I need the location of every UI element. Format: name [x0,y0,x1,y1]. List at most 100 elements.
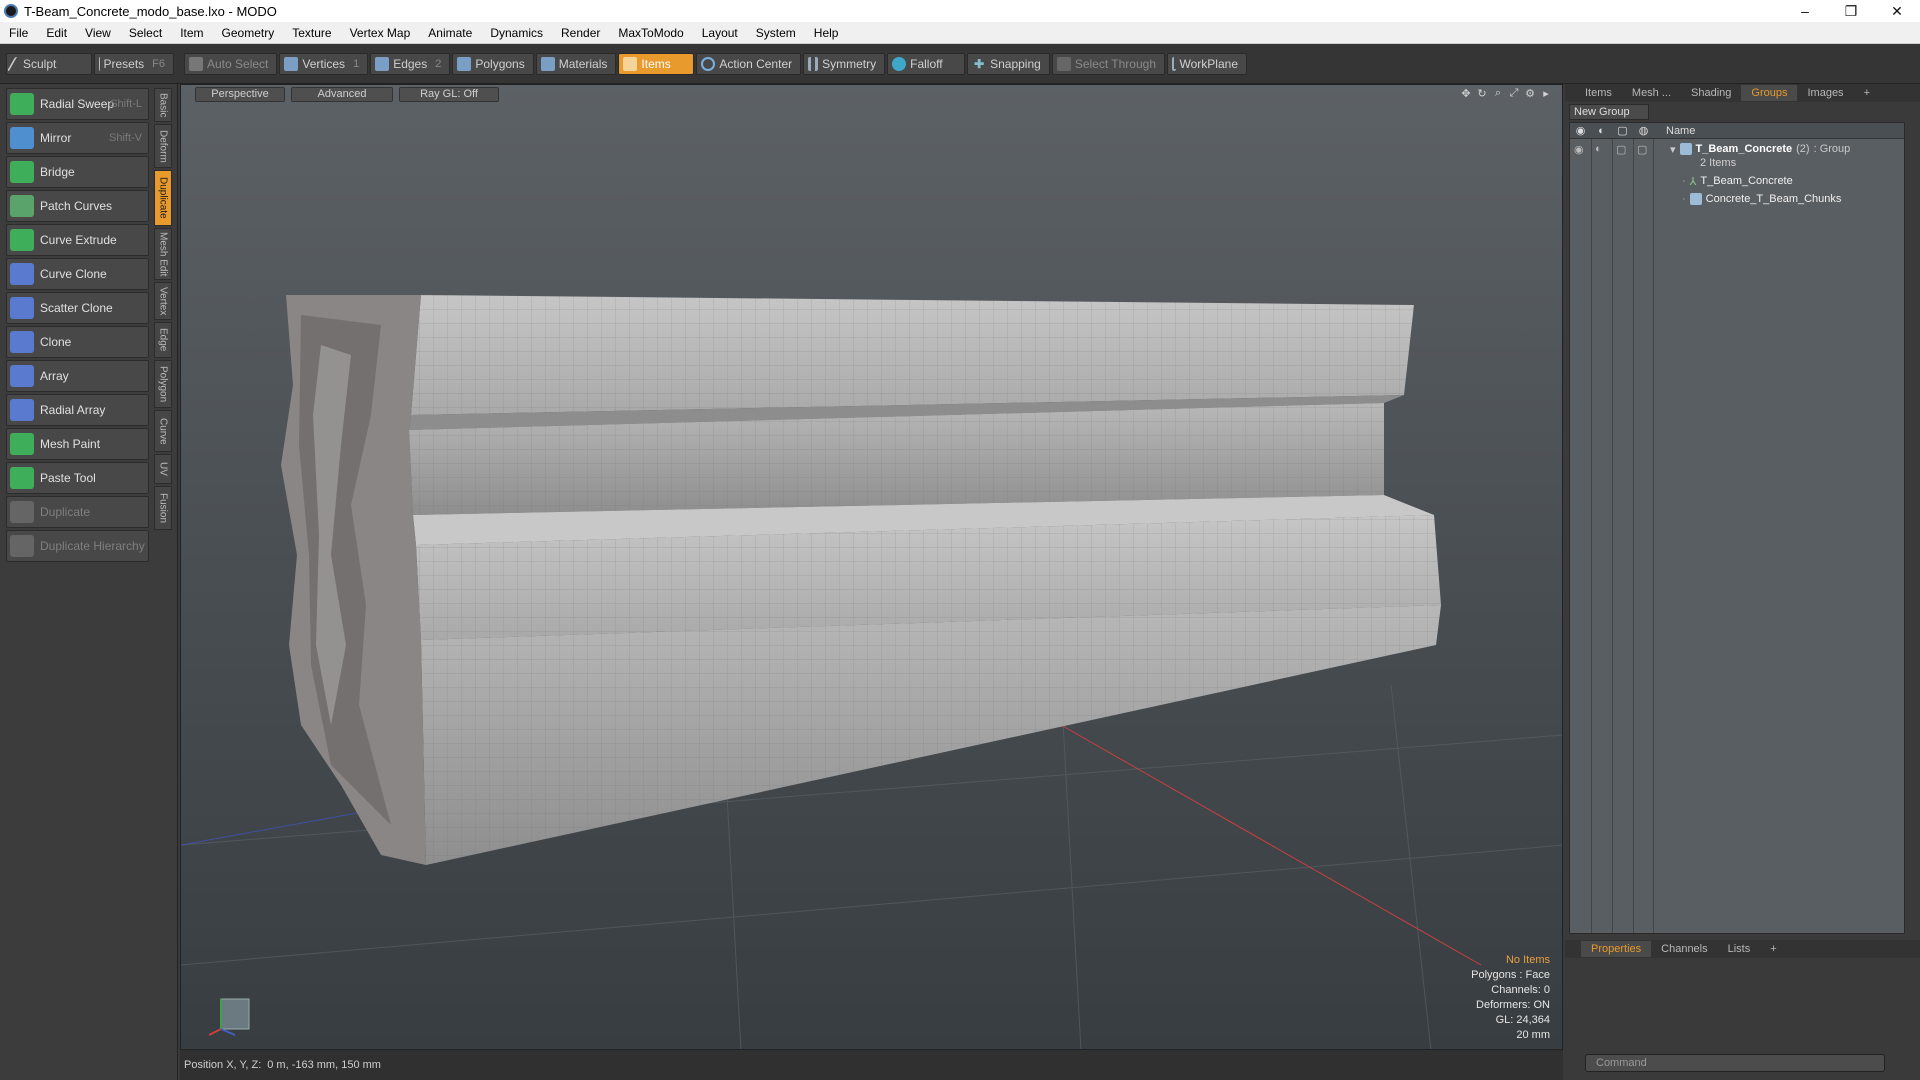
vtab-mesh-edit[interactable]: Mesh Edit [154,228,172,280]
menu-select[interactable]: Select [120,26,171,40]
list-item[interactable]: · ⅄ T_Beam_Concrete [1682,173,1793,189]
tool-label: Duplicate [40,505,91,519]
command-input[interactable]: Command [1585,1054,1885,1072]
fit-icon[interactable]: ⤢ [1506,87,1522,101]
shading-mode-dropdown[interactable]: Advanced [291,86,393,102]
menu-edit[interactable]: Edit [37,26,76,40]
select-icon[interactable]: ◍ [1633,124,1654,137]
tool-duplicate-button[interactable]: Duplicate [6,496,149,528]
polygons-button[interactable]: Polygons [452,52,534,75]
maximize-button[interactable]: ❐ [1828,0,1874,22]
curve-clone-icon [10,263,34,285]
raygl-toggle[interactable]: Ray GL: Off [399,86,499,102]
materials-button[interactable]: Materials [535,52,617,75]
expand-arrow-icon[interactable]: ▸ [1538,87,1554,101]
tool-array-button[interactable]: Array [6,360,149,392]
presets-button[interactable]: Presets F6 [94,52,174,75]
lock-icon[interactable]: ▢ [1612,124,1633,137]
tab-channels[interactable]: Channels [1651,941,1717,957]
collapse-arrow-icon[interactable]: ▾ [1670,143,1676,156]
tool-bridge-button[interactable]: Bridge [6,156,149,188]
tool-patch-curves-button[interactable]: Patch Curves [6,190,149,222]
action-center-icon [701,56,716,71]
auto-select-button[interactable]: Auto Select [184,52,278,75]
minimize-button[interactable]: – [1782,0,1828,22]
tool-mirror-button[interactable]: Mirror Shift-V [6,122,149,154]
menu-vertex-map[interactable]: Vertex Map [341,26,420,40]
tab-properties[interactable]: Properties [1581,941,1652,957]
group-row-flags[interactable]: ◉ ◐ ▢ ▢ [1574,141,1658,157]
pan-icon[interactable]: ✥ [1458,87,1474,101]
list-item[interactable]: · Concrete_T_Beam_Chunks [1682,191,1841,207]
tab-lists[interactable]: Lists [1718,941,1761,957]
snapping-button[interactable]: ✚ Snapping [967,52,1050,75]
vtab-duplicate[interactable]: Duplicate [154,170,172,226]
action-center-button[interactable]: Action Center [696,52,802,75]
menu-system[interactable]: System [747,26,805,40]
vtab-edge[interactable]: Edge [154,322,172,358]
tab-+[interactable]: + [1760,941,1786,957]
render-icon[interactable]: ◐ [1591,125,1612,137]
edges-button[interactable]: Edges 2 [370,52,451,75]
group-lock-checkbox[interactable]: ▢ [1616,143,1637,156]
position-label: Position X, Y, Z: [184,1059,262,1071]
tab-mesh[interactable]: Mesh ... [1622,85,1681,101]
settings-gear-icon[interactable]: ⚙ [1522,87,1538,101]
tab-shading[interactable]: Shading [1681,85,1741,101]
tool-radial-sweep-button[interactable]: Radial Sweep Shift-L [6,88,149,120]
3d-viewport[interactable]: Perspective Advanced Ray GL: Off ✥ ↻ ⌕ ⤢… [180,84,1563,1050]
sculpt-button[interactable]: Sculpt [6,52,92,75]
brush-icon [6,56,24,71]
menu-animate[interactable]: Animate [419,26,481,40]
group-visibility-icon[interactable]: ◉ [1574,143,1595,156]
groups-list[interactable]: ◉ ◐ ▢ ◍ Name ◉ ◐ ▢ ▢ ▾ T_Beam_Concrete (… [1569,122,1905,934]
menu-help[interactable]: Help [805,26,848,40]
tool-curve-extrude-button[interactable]: Curve Extrude [6,224,149,256]
view-type-dropdown[interactable]: Perspective [195,86,285,102]
menu-item[interactable]: Item [171,26,212,40]
tool-clone-button[interactable]: Clone [6,326,149,358]
workplane-button[interactable]: WorkPlane [1167,52,1247,75]
vtab-curve[interactable]: Curve [154,410,172,452]
menu-geometry[interactable]: Geometry [213,26,284,40]
symmetry-button[interactable]: Symmetry [803,52,886,75]
new-group-button[interactable]: New Group [1569,104,1649,120]
vtab-deform[interactable]: Deform [154,124,172,168]
rotate-icon[interactable]: ↻ [1474,87,1490,101]
tool-paste-tool-button[interactable]: Paste Tool [6,462,149,494]
group-row[interactable]: ▾ T_Beam_Concrete (2) : Group [1670,141,1850,157]
menu-view[interactable]: View [76,26,120,40]
items-button[interactable]: Items [618,52,695,75]
tab-items[interactable]: Items [1575,85,1622,101]
grid-scale-label: 20 mm [1516,1029,1550,1041]
menu-maxtomodo[interactable]: MaxToModo [609,26,692,40]
group-select-checkbox[interactable]: ▢ [1637,143,1658,156]
menu-dynamics[interactable]: Dynamics [481,26,552,40]
tab-groups[interactable]: Groups [1741,85,1798,101]
visibility-eye-icon[interactable]: ◉ [1570,124,1591,137]
expand-dot-icon: · [1682,175,1686,187]
vtab-basic[interactable]: Basic [154,88,172,122]
tool-mesh-paint-button[interactable]: Mesh Paint [6,428,149,460]
tool-duplicate-hierarchy-button[interactable]: Duplicate Hierarchy [6,530,149,562]
tool-scatter-clone-button[interactable]: Scatter Clone [6,292,149,324]
vtab-uv[interactable]: UV [154,454,172,484]
close-button[interactable]: ✕ [1874,0,1920,22]
menu-layout[interactable]: Layout [693,26,747,40]
menu-file[interactable]: File [0,26,37,40]
zoom-icon[interactable]: ⌕ [1490,87,1506,101]
edges-icon [375,56,390,71]
tab-+[interactable]: + [1854,85,1880,101]
vtab-polygon[interactable]: Polygon [154,360,172,408]
tool-radial-array-button[interactable]: Radial Array [6,394,149,426]
select-through-button[interactable]: Select Through [1051,52,1165,75]
vtab-vertex[interactable]: Vertex [154,282,172,320]
vtab-fusion[interactable]: Fusion [154,486,172,530]
menu-texture[interactable]: Texture [283,26,340,40]
menu-render[interactable]: Render [552,26,609,40]
tool-curve-clone-button[interactable]: Curve Clone [6,258,149,290]
falloff-button[interactable]: Falloff [887,52,966,75]
tab-images[interactable]: Images [1797,85,1853,101]
vertices-button[interactable]: Vertices 1 [279,52,369,75]
group-render-icon[interactable]: ◐ [1595,143,1616,155]
